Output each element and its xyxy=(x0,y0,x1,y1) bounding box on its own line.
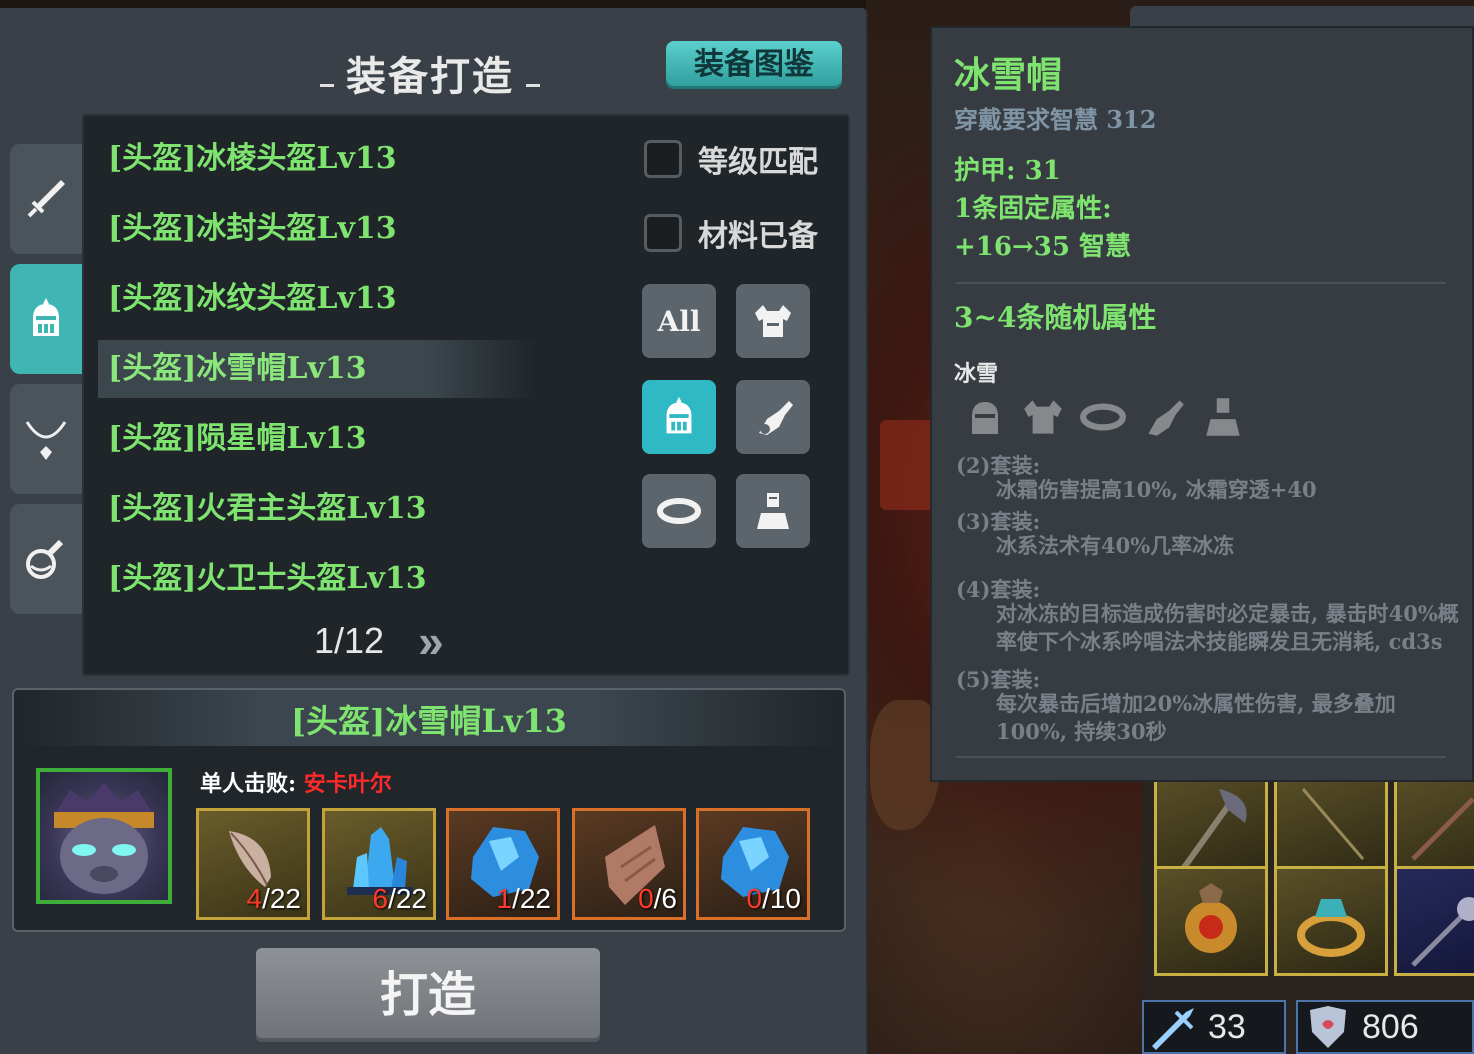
inventory-slot[interactable] xyxy=(1154,770,1268,880)
inventory-slot[interactable] xyxy=(1274,866,1388,976)
recipe-item[interactable]: [头盔]火君主头盔Lv13 xyxy=(98,480,538,538)
tooltip-fixed-attr-title: 1条固定属性: xyxy=(954,194,1112,224)
page-indicator: 1/12 xyxy=(314,620,385,661)
boss-requirement: 单人击败: 安卡叶尔 xyxy=(200,766,392,798)
recipe-item-selected[interactable]: [头盔]冰雪帽Lv13 xyxy=(98,340,538,398)
set-bonus-4-text: 对冰冻的目标造成伤害时必定暴击, 暴击时40%概率使下个冰系吟唱法术技能瞬发且无… xyxy=(996,601,1459,654)
material-slot[interactable]: 1/22 xyxy=(446,808,560,920)
level-match-filter[interactable]: 等级匹配 xyxy=(644,134,818,184)
inventory-slot[interactable] xyxy=(1394,866,1474,976)
tab-necklace[interactable] xyxy=(10,384,82,494)
material-count: 0/6 xyxy=(638,883,677,914)
defense-value: 806 xyxy=(1362,1007,1419,1046)
tooltip-fixed-attr-value: +16→35 智慧 xyxy=(954,232,1131,262)
inventory-slot[interactable] xyxy=(1274,770,1388,880)
next-page-button[interactable]: » xyxy=(418,614,443,668)
recipe-item[interactable]: [头盔]冰棱头盔Lv13 xyxy=(98,130,538,188)
materials-panel: [头盔]冰雪帽Lv13 单人击败: 安卡叶尔 4/22 6/22 1/22 0/… xyxy=(12,688,846,932)
material-count: 1/22 xyxy=(496,883,551,914)
material-slot[interactable]: 0/6 xyxy=(572,808,686,920)
tooltip-divider xyxy=(956,756,1446,758)
title-dash-left xyxy=(320,84,334,87)
recipe-list-panel: [头盔]冰棱头盔Lv13 [头盔]冰封头盔Lv13 [头盔]冰纹头盔Lv13 [… xyxy=(82,114,850,676)
title-dash-right xyxy=(526,84,540,87)
gauntlet-icon xyxy=(759,401,793,435)
inventory-slot[interactable] xyxy=(1154,866,1268,976)
level-match-checkbox[interactable] xyxy=(644,140,682,178)
boss-face-icon xyxy=(54,782,154,894)
boss-portrait[interactable] xyxy=(36,768,172,904)
body-armor-icon xyxy=(757,493,789,529)
set-bonus-2-text: 冰霜伤害提高10%, 冰霜穿透+40 xyxy=(996,477,1317,502)
tooltip-item-name: 冰雪帽 xyxy=(954,54,1063,96)
crafting-panel: 装备打造 装备图鉴 [头盔]冰棱头盔Lv13 [头盔]冰封头盔Lv13 [头盔]… xyxy=(0,8,868,1054)
item-tooltip: 冰雪帽 穿戴要求智慧 312 护甲: 31 1条固定属性: +16→35 智慧 … xyxy=(930,26,1474,782)
tab-helmet[interactable] xyxy=(10,264,82,374)
helmet-icon xyxy=(666,396,692,434)
gauntlet-icon xyxy=(1148,400,1184,436)
tooltip-divider xyxy=(956,282,1446,284)
ring-icon xyxy=(1080,403,1126,431)
craft-button[interactable]: 打造 xyxy=(256,948,600,1042)
material-count: 6/22 xyxy=(372,883,427,914)
boss-name: 安卡叶尔 xyxy=(303,771,392,797)
ring-icon xyxy=(657,498,701,524)
potion-icon xyxy=(26,539,64,579)
tooltip-requirement: 穿戴要求智慧 312 xyxy=(954,105,1157,134)
staff-icon xyxy=(1301,788,1365,860)
equipment-codex-button[interactable]: 装备图鉴 xyxy=(666,41,842,89)
pagination: 1/12 » xyxy=(314,614,514,668)
axe-icon xyxy=(1180,789,1247,871)
attack-stat: 33 xyxy=(1142,1000,1286,1054)
material-count: 0/10 xyxy=(746,883,801,914)
material-slot[interactable]: 4/22 xyxy=(196,808,310,920)
tab-weapon[interactable] xyxy=(10,144,82,254)
tooltip-armor: 护甲: 31 xyxy=(954,156,1061,186)
defense-stat: 806 xyxy=(1296,1000,1474,1054)
panel-title-row: 装备打造 xyxy=(300,44,560,100)
materials-title: [头盔]冰雪帽Lv13 xyxy=(291,702,567,740)
recipe-item[interactable]: [头盔]陨星帽Lv13 xyxy=(98,410,538,468)
mace-icon xyxy=(1411,897,1474,967)
body-armor-icon xyxy=(1206,398,1240,436)
material-count: 4/22 xyxy=(246,883,301,914)
shoulder-armor-icon xyxy=(1024,400,1062,434)
level-match-label: 等级匹配 xyxy=(698,145,818,180)
panel-title: 装备打造 xyxy=(346,53,514,100)
tooltip-random-attr: 3~4条随机属性 xyxy=(954,301,1157,334)
tab-potion[interactable] xyxy=(10,504,82,614)
helmet-icon xyxy=(33,298,59,336)
spear-icon xyxy=(1411,797,1474,861)
material-slot[interactable]: 0/10 xyxy=(696,808,810,920)
filter-gauntlet-button[interactable] xyxy=(736,380,810,454)
filter-shoulder-button[interactable] xyxy=(736,284,810,358)
set-bonus-3-text: 冰系法术有40%几率冰冻 xyxy=(996,533,1235,558)
inventory-slot[interactable] xyxy=(1394,770,1474,880)
attack-value: 33 xyxy=(1208,1007,1246,1046)
necklace-icon xyxy=(25,421,67,460)
materials-ready-label: 材料已备 xyxy=(698,219,818,254)
defense-icon xyxy=(1310,1006,1346,1048)
amulet-icon xyxy=(1185,883,1237,953)
set-bonus-5-text: 每次暴击后增加20%冰属性伤害, 最多叠加100%, 持续30秒 xyxy=(996,691,1396,744)
recipe-item[interactable]: [头盔]冰纹头盔Lv13 xyxy=(98,270,538,328)
materials-ready-filter[interactable]: 材料已备 xyxy=(644,208,818,258)
shoulder-armor-icon xyxy=(755,305,791,337)
attack-icon xyxy=(1152,1008,1194,1050)
filter-helmet-button[interactable] xyxy=(642,380,716,454)
recipe-item[interactable]: [头盔]火卫士头盔Lv13 xyxy=(98,550,538,608)
sword-icon xyxy=(27,180,65,218)
materials-ready-checkbox[interactable] xyxy=(644,214,682,252)
filter-all-button[interactable]: All xyxy=(642,284,716,358)
tooltip-set-name: 冰雪 xyxy=(954,361,999,387)
filter-body-armor-button[interactable] xyxy=(736,474,810,548)
recipe-item[interactable]: [头盔]冰封头盔Lv13 xyxy=(98,200,538,258)
ring-icon xyxy=(1297,899,1365,957)
material-slot[interactable]: 6/22 xyxy=(322,808,436,920)
boss-prefix: 单人击败: xyxy=(200,771,297,797)
helmet-icon xyxy=(972,402,998,434)
filter-ring-button[interactable] xyxy=(642,474,716,548)
